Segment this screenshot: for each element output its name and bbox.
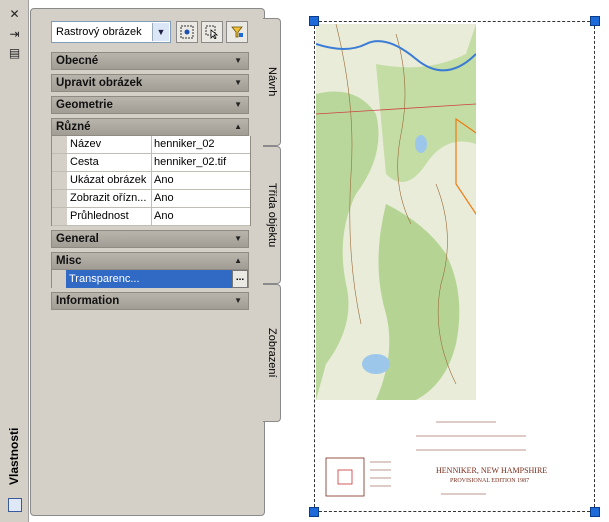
tab-zobrazeni[interactable]: Zobrazení: [263, 284, 281, 422]
grip-bottom-right[interactable]: [590, 507, 600, 517]
property-row[interactable]: Název henniker_02: [52, 136, 250, 154]
property-value[interactable]: Ano: [152, 208, 250, 225]
grip-top-right[interactable]: [590, 16, 600, 26]
grip-bottom-left[interactable]: [309, 507, 319, 517]
chevron-down-icon: ▼: [234, 56, 242, 65]
property-value[interactable]: henniker_02: [152, 136, 250, 153]
chevron-down-icon: ▼: [234, 234, 242, 243]
property-grid: Název henniker_02 Cesta henniker_02.tif …: [51, 136, 251, 226]
property-row-transparency[interactable]: Transparenc... ...: [51, 270, 249, 288]
tab-trida-objektu[interactable]: Třída objektu: [263, 146, 281, 284]
property-value[interactable]: henniker_02.tif: [152, 154, 250, 171]
drawing-canvas[interactable]: HENNIKER, NEW HAMPSHIRE PROVISIONAL EDIT…: [282, 0, 609, 522]
property-row[interactable]: Průhlednost Ano: [52, 208, 250, 226]
property-name: Ukázat obrázek: [67, 172, 152, 189]
section-general[interactable]: General ▼: [51, 230, 249, 248]
property-name: Zobrazit ořízn...: [67, 190, 152, 207]
section-information[interactable]: Information ▼: [51, 292, 249, 310]
property-row[interactable]: Cesta henniker_02.tif: [52, 154, 250, 172]
property-name: Cesta: [67, 154, 152, 171]
map-legend-area: [316, 400, 593, 510]
section-upravit-obrazek[interactable]: Upravit obrázek ▼: [51, 74, 249, 92]
chevron-down-icon: ▼: [234, 78, 242, 87]
property-row[interactable]: Zobrazit ořízn... Ano: [52, 190, 250, 208]
section-geometrie[interactable]: Geometrie ▼: [51, 96, 249, 114]
auto-hide-icon[interactable]: ⇥: [8, 27, 21, 41]
properties-menu-icon[interactable]: ▤: [8, 46, 21, 60]
section-ruzne[interactable]: Různé ▲: [51, 118, 249, 136]
toggle-pickadd-icon[interactable]: [226, 21, 248, 43]
properties-toolbar: Rastrový obrázek ▼: [51, 21, 261, 45]
chevron-up-icon: ▲: [234, 122, 242, 131]
section-obecne[interactable]: Obecné ▼: [51, 52, 249, 70]
property-value[interactable]: Ano: [152, 172, 250, 189]
property-name-selected[interactable]: Transparenc...: [66, 270, 232, 288]
palette-icon: [8, 498, 22, 512]
property-name: Průhlednost: [67, 208, 152, 225]
chevron-down-icon[interactable]: ▼: [152, 23, 169, 41]
object-type-value: Rastrový obrázek: [56, 26, 142, 38]
select-objects-icon[interactable]: [201, 21, 223, 43]
raster-map-image: [316, 24, 476, 400]
grip-top-left[interactable]: [309, 16, 319, 26]
palette-title-strip: ✕ ⇥ ▤ Vlastnosti: [0, 0, 29, 522]
section-misc[interactable]: Misc ▲: [51, 252, 249, 270]
property-name: Název: [67, 136, 152, 153]
chevron-down-icon: ▼: [234, 296, 242, 305]
chevron-up-icon: ▲: [234, 256, 242, 265]
close-icon[interactable]: ✕: [8, 7, 21, 21]
map-title: HENNIKER, NEW HAMPSHIRE: [436, 466, 548, 475]
ellipsis-button[interactable]: ...: [232, 270, 248, 288]
map-subtitle: PROVISIONAL EDITION 1987: [450, 478, 530, 484]
properties-panel: Rastrový obrázek ▼ Obecné ▼ Upravit obráz…: [30, 8, 265, 516]
property-row[interactable]: Ukázat obrázek Ano: [52, 172, 250, 190]
property-value[interactable]: Ano: [152, 190, 250, 207]
object-type-select[interactable]: Rastrový obrázek ▼: [51, 21, 171, 43]
tab-navrh[interactable]: Návrh: [263, 18, 281, 146]
chevron-down-icon: ▼: [234, 100, 242, 109]
palette-title: Vlastnosti: [7, 427, 21, 485]
quick-select-icon[interactable]: [176, 21, 198, 43]
